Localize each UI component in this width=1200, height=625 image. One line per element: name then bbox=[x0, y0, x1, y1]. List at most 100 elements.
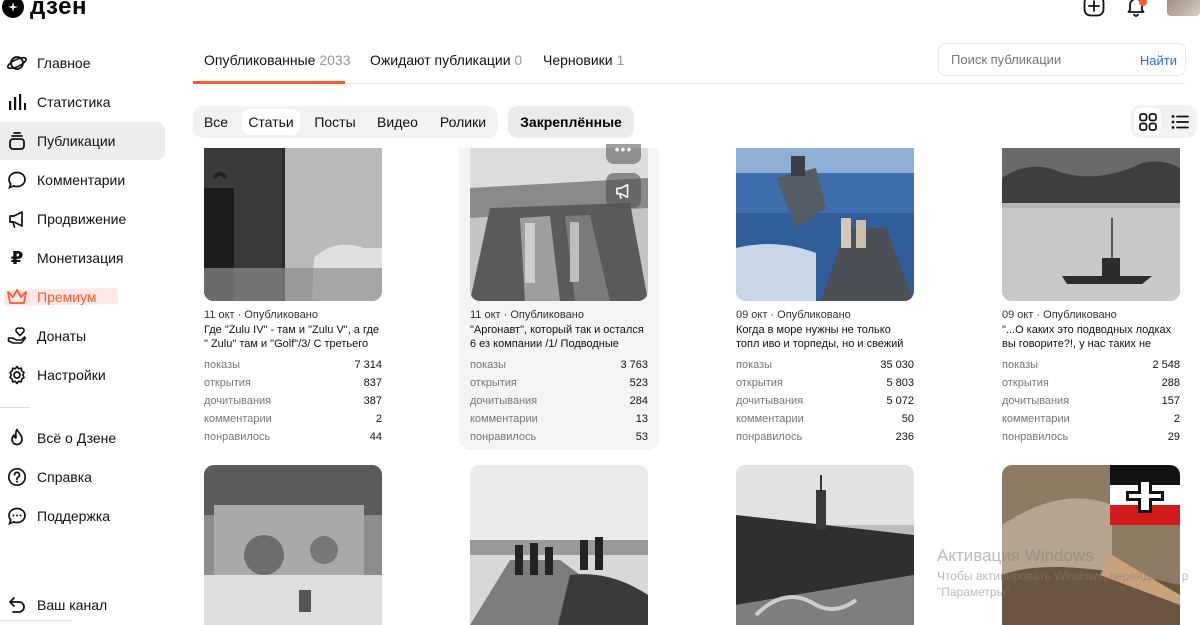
stat-label: дочитывания bbox=[736, 395, 804, 407]
sidebar-item-stats[interactable]: Статистика bbox=[0, 83, 165, 121]
tab-published[interactable]: Опубликованные 2033 bbox=[204, 52, 351, 68]
brand-logo[interactable]: дзен bbox=[0, 0, 87, 22]
card-title[interactable]: Когда в море нужны не только топл иво и … bbox=[736, 323, 916, 351]
publication-card[interactable]: 09 окт · Опубликовано Когда в море нужны… bbox=[736, 148, 914, 448]
sidebar-item-about-dzen[interactable]: Всё о Дзене bbox=[0, 419, 165, 457]
sidebar-item-premium[interactable]: Премиум bbox=[0, 278, 165, 316]
filter-articles[interactable]: Статьи bbox=[242, 109, 300, 135]
stat-views: показы 35 030 bbox=[736, 356, 914, 374]
stat-label: открытия bbox=[204, 377, 251, 389]
view-toggle bbox=[1131, 105, 1197, 138]
card-thumbnail[interactable] bbox=[736, 148, 914, 301]
donate-icon bbox=[6, 325, 28, 347]
card-title[interactable]: "...О каких это подводных лодках вы гово… bbox=[1002, 323, 1182, 351]
stat-reads: дочитывания 284 bbox=[470, 392, 648, 410]
dzen-star-icon bbox=[2, 0, 24, 18]
publication-card[interactable]: 09 окт · Опубликовано "...О каких это по… bbox=[1002, 148, 1180, 448]
stat-label: показы bbox=[470, 359, 507, 371]
card-thumbnail[interactable] bbox=[1002, 465, 1180, 625]
card-thumbnail[interactable] bbox=[204, 148, 382, 301]
tab-pending[interactable]: Ожидают публикации 0 bbox=[370, 52, 522, 68]
card-stats: показы 7 314 открытия 837 дочитывания 387 к… bbox=[204, 356, 382, 446]
sidebar-item-label: Статистика bbox=[37, 94, 111, 110]
stat-value: 387 bbox=[363, 395, 382, 407]
card-more-button[interactable]: ••• bbox=[606, 141, 641, 164]
card-status: Опубликовано bbox=[777, 309, 851, 321]
tab-count: 2033 bbox=[319, 52, 351, 68]
avatar[interactable] bbox=[1167, 0, 1200, 16]
card-title[interactable]: "Аргонавт", который так и остался 6 ез к… bbox=[470, 323, 650, 351]
tab-drafts[interactable]: Черновики 1 bbox=[543, 52, 624, 68]
card-title[interactable]: Где "Zulu IV" - там и "Zulu V", а где " … bbox=[204, 323, 384, 351]
stat-value: 44 bbox=[369, 431, 382, 443]
card-thumbnail[interactable] bbox=[204, 465, 382, 625]
sidebar-item-your-channel[interactable]: Ваш канал bbox=[0, 586, 165, 624]
stat-value: 7 314 bbox=[354, 359, 382, 371]
search-button[interactable]: Найти bbox=[1140, 53, 1177, 68]
filter-posts[interactable]: Посты bbox=[308, 109, 362, 135]
sidebar-item-help[interactable]: Справка bbox=[0, 458, 165, 496]
stat-value: 157 bbox=[1161, 395, 1180, 407]
card-status: Опубликовано bbox=[510, 309, 584, 321]
sidebar-item-label: Премиум bbox=[37, 289, 97, 305]
stat-views: показы 7 314 bbox=[204, 356, 382, 374]
watermark-title: Активация Windows bbox=[937, 546, 1094, 565]
sidebar-item-donations[interactable]: Донаты bbox=[0, 317, 165, 355]
tab-label: Черновики bbox=[543, 52, 613, 68]
type-filter: Все Статьи Посты Видео Ролики bbox=[193, 106, 498, 138]
filter-shorts[interactable]: Ролики bbox=[433, 109, 493, 135]
tab-count: 1 bbox=[616, 52, 625, 68]
sidebar-item-settings[interactable]: Настройки bbox=[0, 356, 165, 394]
sidebar-item-support[interactable]: Поддержка bbox=[0, 497, 165, 535]
card-meta: 09 окт · Опубликовано bbox=[736, 309, 851, 321]
filter-pinned[interactable]: Закреплённые bbox=[508, 106, 634, 138]
more-dots-icon: ••• bbox=[614, 141, 633, 157]
tab-label: Опубликованные bbox=[204, 52, 316, 68]
filter-all[interactable]: Все bbox=[197, 109, 235, 135]
stat-likes: понравилось 53 bbox=[470, 428, 648, 446]
watermark-line: Чтобы активировать Windows, перейдите в … bbox=[937, 569, 1189, 583]
sidebar-item-comments[interactable]: Комментарии bbox=[0, 161, 165, 199]
sidebar-item-promotion[interactable]: Продвижение bbox=[0, 200, 165, 238]
stat-value: 837 bbox=[363, 377, 382, 389]
search-input[interactable] bbox=[939, 44, 1129, 75]
help-icon bbox=[6, 466, 28, 488]
flame-icon bbox=[6, 427, 28, 449]
sidebar-item-main[interactable]: Главное bbox=[0, 44, 165, 82]
plus-icon bbox=[1083, 0, 1105, 17]
card-status: Опубликовано bbox=[1043, 309, 1117, 321]
megaphone-icon bbox=[6, 208, 28, 230]
stat-label: понравилось bbox=[204, 431, 271, 443]
ruble-icon: ₽ bbox=[10, 247, 24, 268]
card-promote-button[interactable] bbox=[606, 173, 641, 208]
sidebar-item-publications[interactable]: Публикации bbox=[0, 122, 165, 160]
create-button[interactable] bbox=[1083, 0, 1105, 17]
stat-value: 29 bbox=[1167, 431, 1180, 443]
stat-views: показы 3 763 bbox=[470, 356, 648, 374]
card-thumbnail[interactable] bbox=[1002, 148, 1180, 301]
grid-icon bbox=[1138, 112, 1157, 131]
stat-value: 35 030 bbox=[880, 359, 914, 371]
stat-opens: открытия 837 bbox=[204, 374, 382, 392]
stat-label: дочитывания bbox=[204, 395, 272, 407]
stat-label: комментарии bbox=[736, 413, 804, 425]
stat-views: показы 2 548 bbox=[1002, 356, 1180, 374]
filter-video[interactable]: Видео bbox=[370, 109, 425, 135]
card-thumbnail[interactable] bbox=[470, 465, 648, 625]
card-thumbnail[interactable] bbox=[736, 465, 914, 625]
publication-card[interactable]: 11 окт · Опубликовано Где "Zulu IV" - та… bbox=[204, 148, 382, 448]
grid-view-button[interactable] bbox=[1134, 108, 1161, 135]
list-view-button[interactable] bbox=[1166, 108, 1193, 135]
sidebar-item-monetization[interactable]: ₽ Монетизация bbox=[0, 239, 165, 277]
tab-label: Ожидают публикации bbox=[370, 52, 511, 68]
watermark-line: "Параметры". bbox=[937, 585, 1013, 599]
stat-reads: дочитывания 387 bbox=[204, 392, 382, 410]
card-thumbnail[interactable] bbox=[470, 148, 648, 301]
megaphone-icon bbox=[615, 183, 628, 199]
sidebar-item-label: Донаты bbox=[37, 328, 87, 344]
stat-value: 523 bbox=[629, 377, 648, 389]
stat-label: понравилось bbox=[736, 431, 803, 443]
brand-name: дзен bbox=[30, 0, 87, 20]
stat-reads: дочитывания 157 bbox=[1002, 392, 1180, 410]
card-date: 11 окт bbox=[470, 309, 501, 321]
